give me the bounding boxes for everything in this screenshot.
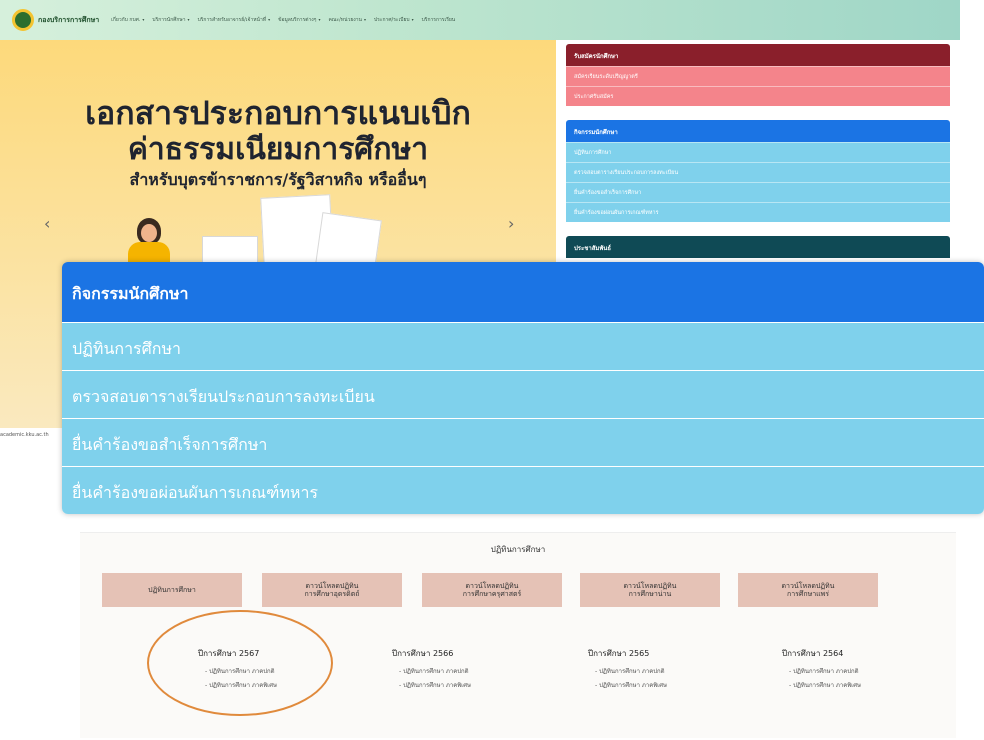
chevron-down-icon: ▾ xyxy=(318,17,321,22)
activities-link-timetable[interactable]: ตรวจสอบตารางเรียนประกอบการลงทะเบียน xyxy=(566,162,950,182)
admission-link-announcement[interactable]: ประกาศรับสมัคร xyxy=(566,86,950,106)
zoom-link-timetable[interactable]: ตรวจสอบตารางเรียนประกอบการลงทะเบียน xyxy=(62,370,984,418)
footer-url[interactable]: academic.kku.ac.th xyxy=(0,432,49,438)
nav-item-faculties[interactable]: คณะ/หน่วยงาน ▾ xyxy=(328,16,366,24)
nav-item-information[interactable]: ข้อมูลบริการต่างๆ ▾ xyxy=(278,16,320,24)
person-body xyxy=(128,242,170,262)
calendar-link-regular[interactable]: - ปฏิทินการศึกษา ภาคปกติ xyxy=(595,666,667,676)
banner-title-line2: ค่าธรรมเนียมการศึกษา xyxy=(127,132,429,167)
activities-link-graduation[interactable]: ยื่นคำร้องขอสำเร็จการศึกษา xyxy=(566,182,950,202)
tab-download-education[interactable]: ดาวน์โหลดปฏิทิน การศึกษาครุศาสตร์ xyxy=(422,573,562,607)
carousel-next-icon[interactable]: › xyxy=(508,214,514,233)
calendar-link-special[interactable]: - ปฏิทินการศึกษา ภาคพิเศษ xyxy=(789,680,861,690)
activities-panel-zoomed: กิจกรรมนักศึกษา ปฏิทินการศึกษา ตรวจสอบตา… xyxy=(62,262,984,514)
chevron-down-icon: ▾ xyxy=(268,17,271,22)
calendar-link-regular[interactable]: - ปฏิทินการศึกษา ภาคปกติ xyxy=(789,666,861,676)
activities-panel-title: กิจกรรมนักศึกษา xyxy=(566,120,950,142)
person-face xyxy=(141,224,157,242)
highlight-circle xyxy=(147,610,333,716)
admission-panel-title: รับสมัครนักศึกษา xyxy=(566,44,950,66)
calendar-link-regular[interactable]: - ปฏิทินการศึกษา ภาคปกติ xyxy=(399,666,471,676)
chevron-down-icon: ▾ xyxy=(142,17,145,22)
nav-item-learning[interactable]: บริการการเรียน xyxy=(422,16,456,24)
banner-subtitle: สำหรับบุตรข้าราชการ/รัฐวิสาหกิจ หรืออื่น… xyxy=(129,170,427,189)
chevron-down-icon: ▾ xyxy=(411,17,414,22)
brand-title[interactable]: กองบริการการศึกษา xyxy=(38,15,99,26)
tab-calendar[interactable]: ปฏิทินการศึกษา xyxy=(102,573,242,607)
pr-panel: ประชาสัมพันธ์ xyxy=(566,236,950,258)
zoom-panel-title: กิจกรรมนักศึกษา xyxy=(62,262,984,322)
year-column-2566: ปีการศึกษา 2566 - ปฏิทินการศึกษา ภาคปกติ… xyxy=(392,647,471,694)
admission-link-bachelor[interactable]: สมัครเรียนระดับปริญญาตรี xyxy=(566,66,950,86)
top-navbar: กองบริการการศึกษา เกี่ยวกับ กบศ. ▾ บริการ… xyxy=(0,0,960,40)
tab-download-uttaradit[interactable]: ดาวน์โหลดปฏิทิน การศึกษาอุดรดิตถ์ xyxy=(262,573,402,607)
university-logo-icon[interactable] xyxy=(12,9,34,31)
tab-download-phrae[interactable]: ดาวน์โหลดปฏิทิน การศึกษาแพร่ xyxy=(738,573,878,607)
year-title: ปีการศึกษา 2564 xyxy=(782,649,844,658)
nav-item-staff-services[interactable]: บริการสำหรับอาจารย์/เจ้าหน้าที่ ▾ xyxy=(198,16,271,24)
nav-item-about[interactable]: เกี่ยวกับ กบศ. ▾ xyxy=(111,16,144,24)
activities-link-calendar[interactable]: ปฏิทินการศึกษา xyxy=(566,142,950,162)
activities-link-military[interactable]: ยื่นคำร้องขอผ่อนผันการเกณฑ์ทหาร xyxy=(566,202,950,222)
activities-panel: กิจกรรมนักศึกษา ปฏิทินการศึกษา ตรวจสอบตา… xyxy=(566,120,950,222)
year-column-2565: ปีการศึกษา 2565 - ปฏิทินการศึกษา ภาคปกติ… xyxy=(588,647,667,694)
calendar-link-special[interactable]: - ปฏิทินการศึกษา ภาคพิเศษ xyxy=(595,680,667,690)
zoom-link-military[interactable]: ยื่นคำร้องขอผ่อนผันการเกณฑ์ทหาร xyxy=(62,466,984,514)
chevron-down-icon: ▾ xyxy=(363,17,366,22)
zoom-link-graduation[interactable]: ยื่นคำร้องขอสำเร็จการศึกษา xyxy=(62,418,984,466)
year-title: ปีการศึกษา 2565 xyxy=(588,649,650,658)
nav-item-student-services[interactable]: บริการนักศึกษา ▾ xyxy=(152,16,189,24)
zoom-link-calendar[interactable]: ปฏิทินการศึกษา xyxy=(62,322,984,370)
admission-panel: รับสมัครนักศึกษา สมัครเรียนระดับปริญญาตร… xyxy=(566,44,950,106)
year-column-2564: ปีการศึกษา 2564 - ปฏิทินการศึกษา ภาคปกติ… xyxy=(782,647,861,694)
chevron-down-icon: ▾ xyxy=(187,17,190,22)
tab-download-nan[interactable]: ดาวน์โหลดปฏิทิน การศึกษาน่าน xyxy=(580,573,720,607)
nav-item-announcements[interactable]: ประกาศ/ระเบียบ ▾ xyxy=(374,16,414,24)
calendar-link-special[interactable]: - ปฏิทินการศึกษา ภาคพิเศษ xyxy=(399,680,471,690)
pr-panel-title: ประชาสัมพันธ์ xyxy=(566,236,950,258)
year-title: ปีการศึกษา 2566 xyxy=(392,649,454,658)
carousel-prev-icon[interactable]: ‹ xyxy=(44,214,50,233)
section-title: ปฏิทินการศึกษา xyxy=(490,545,546,554)
